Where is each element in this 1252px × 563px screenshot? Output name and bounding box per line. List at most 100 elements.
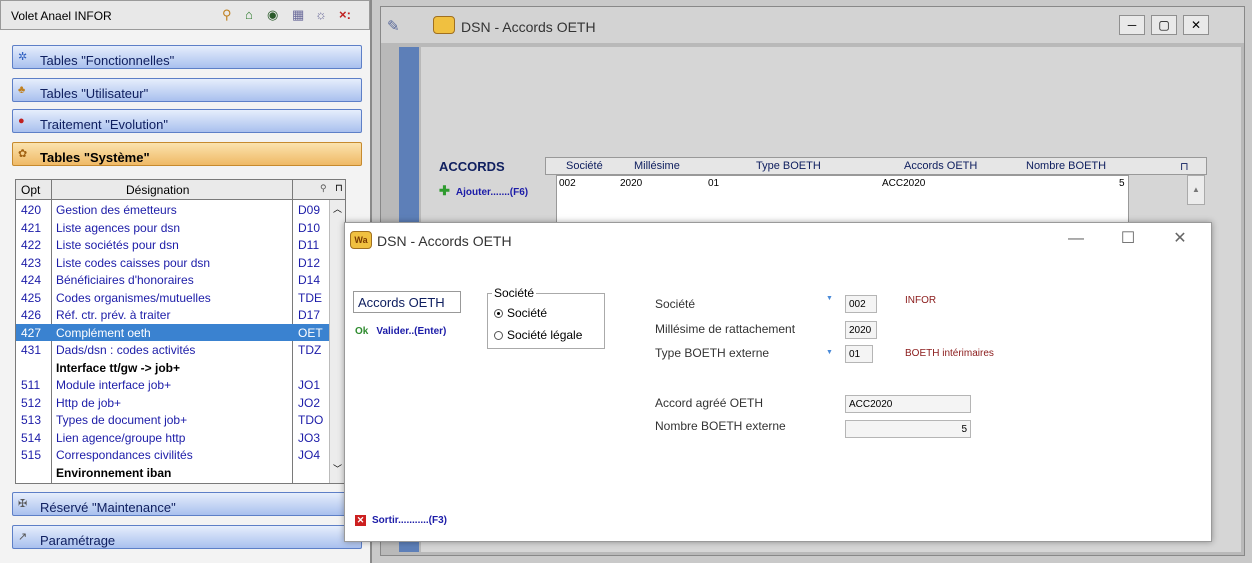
close-button[interactable]: ✕ — [1183, 15, 1209, 35]
panel-header: Volet Anael INFOR ⚲ ⌂ ◉ ▦ ☼ ×: — [0, 0, 370, 30]
group-traitement-evolution[interactable]: ● Traitement "Evolution" — [12, 109, 362, 133]
label-societe: Société — [655, 297, 696, 311]
cell-type[interactable]: 01 — [708, 178, 719, 189]
table-row[interactable]: 512 Http de job+ JO2 — [16, 394, 345, 412]
societe-field[interactable]: 002 — [845, 295, 877, 313]
dsn-accords-edit-dialog: Wa DSN - Accords OETH — ☐ ✕ Accords OETH… — [344, 222, 1212, 542]
tools-icon: ✠ — [18, 498, 28, 510]
nombre-field[interactable]: 5 — [845, 420, 971, 438]
type-boeth-field[interactable]: 01 — [845, 345, 873, 363]
maximize-button[interactable]: ☐ — [1113, 229, 1143, 251]
cell-nombre[interactable]: 5 — [1119, 178, 1125, 189]
wrench-icon: ↗ — [18, 531, 28, 543]
group-title: Société — [492, 286, 537, 300]
radio-unchecked-icon — [494, 331, 503, 340]
globe-icon[interactable]: ◉ — [267, 7, 278, 23]
add-button[interactable]: ✚ Ajouter.......(F6) — [439, 183, 528, 199]
panel-title: Volet Anael INFOR — [11, 9, 112, 23]
minimize-button[interactable]: — — [1061, 229, 1091, 251]
exit-button[interactable]: ✕ Sortir...........(F3) — [355, 515, 447, 526]
sort-icon[interactable]: ⚲ — [320, 183, 327, 194]
type-boeth-desc: BOETH intérimaires — [905, 348, 994, 359]
table-row[interactable]: 426 Réf. ctr. prév. à traiter D17 — [16, 306, 345, 324]
trash-icon[interactable]: ⊓ — [335, 183, 343, 194]
group-tables-fonctionnelles[interactable]: ✲ Tables "Fonctionnelles" — [12, 45, 362, 69]
validate-button[interactable]: Ok Valider..(Enter) — [355, 326, 446, 337]
doc-icon: ✎ — [387, 18, 400, 35]
dropdown-arrow-icon[interactable]: ▼ — [826, 349, 833, 356]
table-row[interactable]: 422 Liste sociétés pour dsn D11 — [16, 236, 345, 254]
col-type-boeth[interactable]: Type BOETH — [756, 160, 821, 172]
vertical-scrollbar[interactable]: ︿ ﹀ — [329, 200, 345, 483]
table-header: Opt Désignation ⚲ ⊓ — [16, 180, 345, 200]
label-millesime: Millésime de rattachement — [655, 322, 796, 336]
table-section-header: Interface tt/gw -> job+ — [56, 360, 181, 375]
col-nombre-boeth[interactable]: Nombre BOETH — [1026, 160, 1106, 172]
anael-side-panel: Volet Anael INFOR ⚲ ⌂ ◉ ▦ ☼ ×: ✲ Tables … — [0, 0, 372, 563]
col-societe[interactable]: Société — [566, 160, 603, 172]
table-row[interactable]: 424 Bénéficiaires d'honoraires D14 — [16, 271, 345, 289]
group-tables-systeme[interactable]: ✿ Tables "Système" — [12, 142, 362, 166]
system-icon: ✿ — [18, 148, 28, 160]
system-tables-list[interactable]: Opt Désignation ⚲ ⊓ 420 Gestion des émett… — [15, 179, 346, 484]
dropdown-arrow-icon[interactable]: ▼ — [826, 295, 833, 302]
group-reserve-maintenance[interactable]: ✠ Réservé "Maintenance" — [12, 492, 362, 516]
societe-desc: INFOR — [905, 295, 937, 306]
label-nombre: Nombre BOETH externe — [655, 419, 786, 433]
section-label: ACCORDS — [439, 159, 505, 174]
minimize-button[interactable]: ─ — [1119, 15, 1145, 35]
users-icon: ♣ — [18, 84, 26, 96]
maximize-button[interactable]: ▢ — [1151, 15, 1177, 35]
table-row[interactable]: 513 Types de document job+ TDO — [16, 411, 345, 429]
cell-millesime[interactable]: 2020 — [620, 178, 642, 189]
calendar-icon[interactable]: ▦ — [292, 7, 304, 23]
key-icon[interactable]: ⚲ — [222, 7, 232, 23]
table-row[interactable]: 431 Dads/dsn : codes activités TDZ — [16, 341, 345, 359]
plus-icon: ✚ — [439, 183, 450, 198]
label-accord: Accord agréé OETH — [655, 396, 764, 410]
form-title: Accords OETH — [353, 291, 461, 313]
cell-accord[interactable]: ACC2020 — [882, 178, 925, 189]
grid-scrollbar[interactable]: ▲ — [1187, 175, 1205, 205]
scroll-up-icon[interactable]: ︿ — [333, 202, 342, 215]
radio-societe-legale[interactable]: Société légale — [494, 328, 582, 342]
group-tables-utilisateur[interactable]: ♣ Tables "Utilisateur" — [12, 78, 362, 102]
trash-icon[interactable]: ⊓ — [1180, 160, 1189, 173]
window-titlebar: ✎ DSN - Accords OETH ─ ▢ ✕ — [381, 7, 1244, 43]
table-section-header: Environnement iban — [56, 465, 172, 480]
col-opt[interactable]: Opt — [21, 183, 40, 197]
table-row[interactable]: 420 Gestion des émetteurs D09 — [16, 201, 345, 219]
grid-header: Société Millésime Type BOETH Accords OET… — [545, 157, 1207, 175]
home-icon[interactable]: ⌂ — [245, 7, 253, 23]
app-icon — [433, 16, 455, 34]
radio-societe[interactable]: Société — [494, 306, 547, 320]
gear-icon: ✲ — [18, 51, 28, 63]
societe-radio-group: Société Société Société légale — [487, 286, 605, 349]
col-designation[interactable]: Désignation — [126, 183, 189, 197]
cell-societe[interactable]: 002 — [559, 178, 576, 189]
table-row[interactable]: 421 Liste agences pour dsn D10 — [16, 219, 345, 237]
col-millesime[interactable]: Millésime — [634, 160, 680, 172]
table-row[interactable]: 425 Codes organismes/mutuelles TDE — [16, 289, 345, 307]
close-button[interactable]: ✕ — [1165, 229, 1195, 251]
exit-icon: ✕ — [355, 515, 366, 526]
label-type-boeth: Type BOETH externe — [655, 346, 770, 360]
table-row[interactable]: 511 Module interface job+ JO1 — [16, 376, 345, 394]
table-row-selected[interactable]: 427 Complément oeth OET — [16, 323, 345, 341]
table-row[interactable]: 514 Lien agence/groupe http JO3 — [16, 429, 345, 447]
group-parametrage[interactable]: ↗ Paramétrage — [12, 525, 362, 549]
chart-icon: ● — [18, 115, 25, 127]
millesime-field[interactable]: 2020 — [845, 321, 877, 339]
dialog-titlebar: Wa DSN - Accords OETH — ☐ ✕ — [345, 223, 1211, 259]
table-row[interactable]: 515 Correspondances civilités JO4 — [16, 446, 345, 464]
radio-checked-icon — [494, 309, 503, 318]
table-row[interactable]: 423 Liste codes caisses pour dsn D12 — [16, 254, 345, 272]
accord-field[interactable]: ACC2020 — [845, 395, 971, 413]
window-title: DSN - Accords OETH — [461, 19, 596, 35]
app-icon: Wa — [350, 231, 372, 249]
scroll-down-icon[interactable]: ﹀ — [333, 462, 342, 475]
col-accords-oeth[interactable]: Accords OETH — [904, 160, 977, 172]
close-icon[interactable]: ×: — [339, 7, 351, 23]
dialog-title: DSN - Accords OETH — [377, 233, 512, 249]
refresh-icon[interactable]: ☼ — [315, 7, 327, 23]
